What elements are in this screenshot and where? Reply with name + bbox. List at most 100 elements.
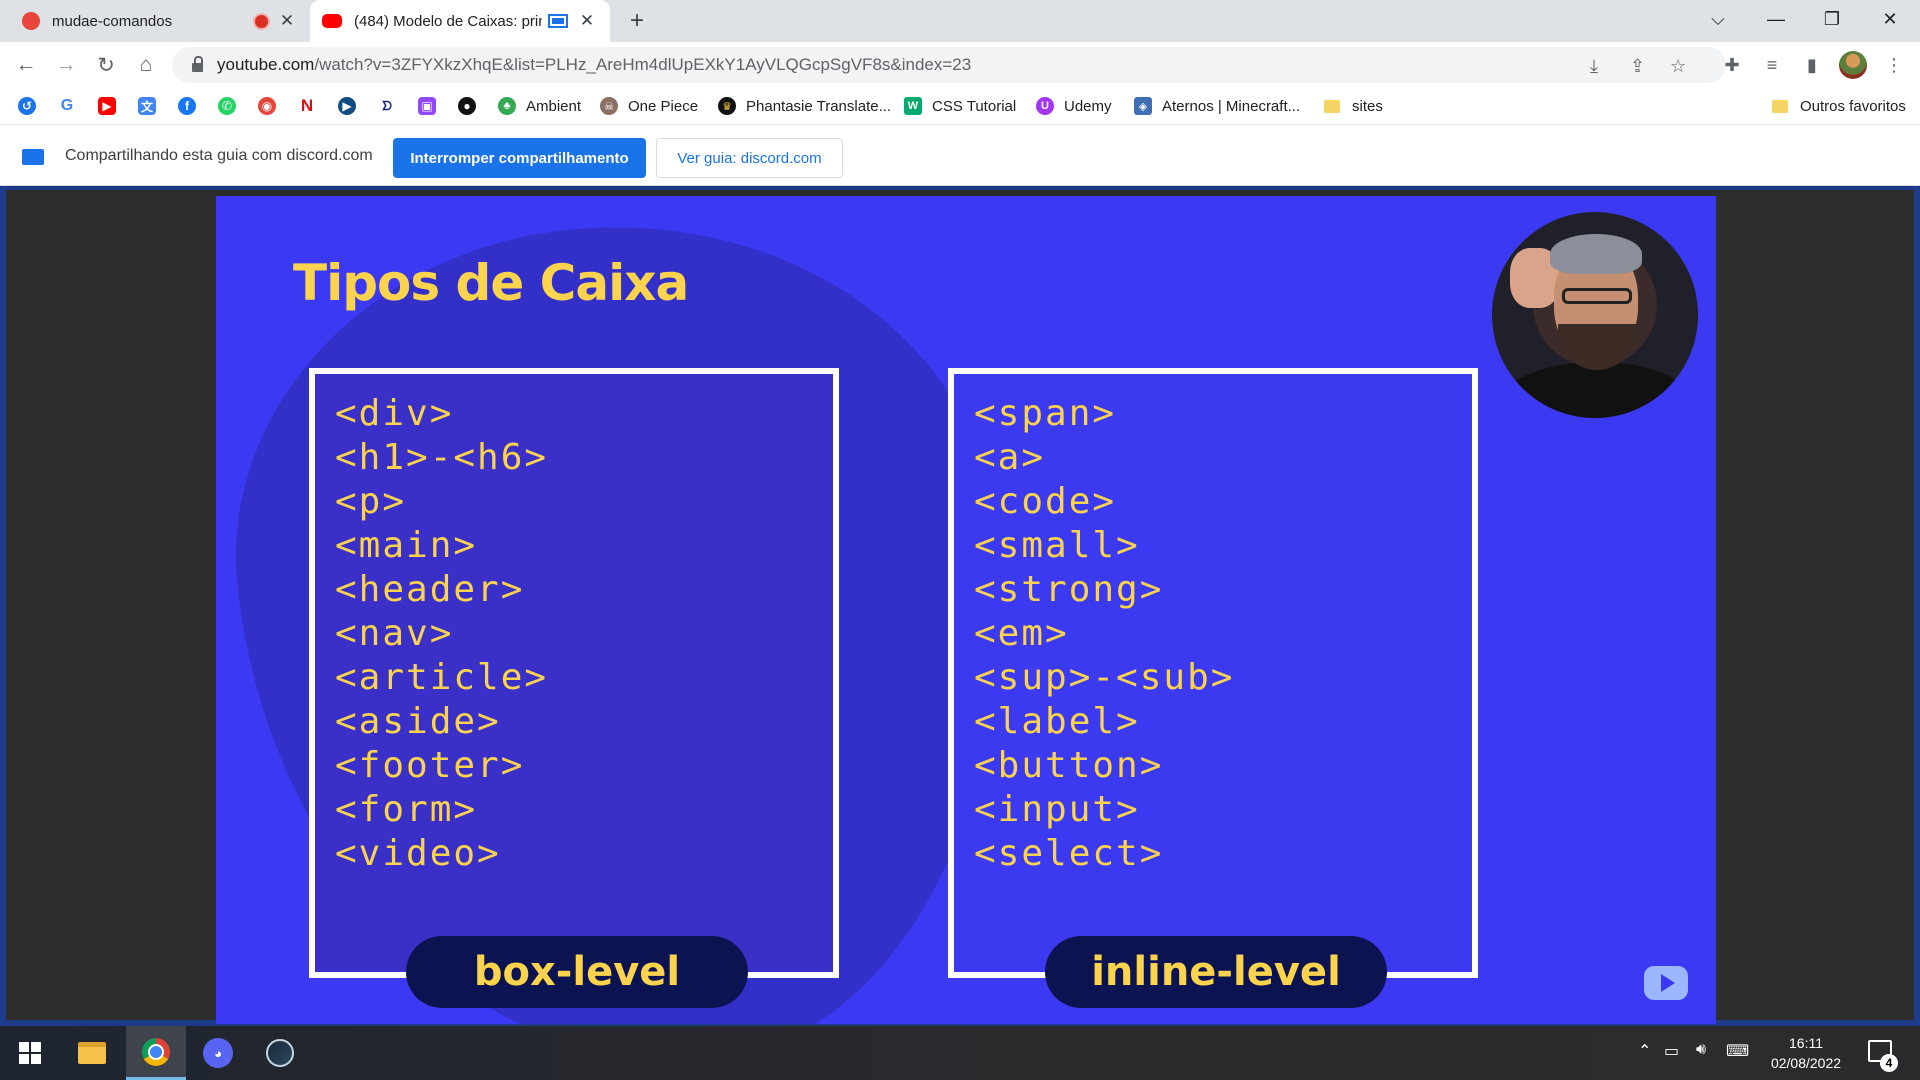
bookmark-label: sites xyxy=(1352,97,1383,115)
screen-share-icon xyxy=(22,149,44,165)
home-icon[interactable]: ⌂ xyxy=(130,49,162,81)
box-level-tag: <header> xyxy=(335,569,525,610)
bookmark-one-piece[interactable]: ☠ One Piece xyxy=(600,94,698,118)
start-button[interactable] xyxy=(0,1026,60,1080)
volume-icon[interactable]: 🔊︎ xyxy=(1696,1041,1706,1059)
other-bookmarks-label: Outros favoritos xyxy=(1800,97,1906,115)
keyboard-icon[interactable]: ⌨ xyxy=(1726,1041,1749,1061)
inline-level-label: inline-level xyxy=(1045,936,1387,1008)
steam-icon xyxy=(266,1039,294,1067)
side-panel-icon[interactable]: ▮ xyxy=(1798,51,1826,79)
bookmark-udemy[interactable]: U Udemy xyxy=(1036,94,1112,118)
url-text[interactable]: youtube.com/watch?v=3ZFYXkzXhqE&list=PLH… xyxy=(217,55,971,75)
box-level-tag: <p> xyxy=(335,481,407,522)
discord-bookmark-icon[interactable]: ◉ xyxy=(258,97,276,115)
recording-icon xyxy=(255,14,268,28)
tab-search-icon[interactable]: ⌵ xyxy=(1690,0,1746,38)
back-icon[interactable]: ← xyxy=(10,49,42,81)
inline-level-tag: <button> xyxy=(974,745,1164,786)
file-explorer-icon xyxy=(78,1042,106,1064)
clover-icon: ♣ xyxy=(498,97,516,115)
twitch-icon[interactable]: ▣ xyxy=(418,97,436,115)
inline-level-tag: <label> xyxy=(974,701,1140,742)
inline-level-tag: <a> xyxy=(974,437,1046,478)
channel-watermark-icon[interactable] xyxy=(1644,966,1688,1000)
taskbar-file-explorer[interactable] xyxy=(62,1026,122,1080)
box-level-tag: <article> xyxy=(335,657,549,698)
webcam-hair xyxy=(1550,234,1642,274)
chrome-menu-icon[interactable]: ⋮ xyxy=(1880,51,1908,79)
new-tab-button[interactable]: + xyxy=(622,6,652,36)
other-bookmarks-folder[interactable]: Outros favoritos xyxy=(1772,94,1906,118)
play-icon[interactable]: ▶ xyxy=(338,97,356,115)
box-level-tag-list: <div> <h1>-<h6> <p> <main> <header> <nav> <art… xyxy=(335,392,548,876)
folder-icon xyxy=(1772,99,1788,113)
install-icon[interactable]: ⤓ xyxy=(1590,56,1598,77)
phantasie-icon: ♛ xyxy=(718,97,736,115)
restore-button[interactable]: ❐ xyxy=(1804,0,1860,38)
sharing-status-text: Compartilhando esta guia com discord.com xyxy=(65,147,373,164)
bookmark-label: Ambient xyxy=(526,97,582,115)
notification-badge: 4 xyxy=(1880,1054,1898,1072)
network-icon[interactable]: ▭ xyxy=(1664,1041,1679,1061)
bookmark-aternos[interactable]: ◈ Aternos | Minecraft... xyxy=(1134,94,1300,118)
clock-time: 16:11 xyxy=(1789,1035,1823,1051)
taskbar-discord[interactable]: ◕ xyxy=(188,1026,248,1080)
whatsapp-icon[interactable]: ✆ xyxy=(218,97,236,115)
bookmark-star-icon[interactable]: ☆ xyxy=(1670,56,1686,77)
bookmark-phantasie[interactable]: ♛ Phantasie Translate... xyxy=(718,94,891,118)
address-bar[interactable]: youtube.com/watch?v=3ZFYXkzXhqE&list=PLH… xyxy=(172,47,1726,83)
close-tab-icon[interactable]: ✕ xyxy=(276,10,298,32)
url-domain: youtube.com xyxy=(217,55,315,74)
tray-overflow-icon[interactable]: ⌃ xyxy=(1638,1041,1651,1061)
forward-icon[interactable]: → xyxy=(50,49,82,81)
box-level-tag: <nav> xyxy=(335,613,454,654)
slide-title: Tipos de Caixa xyxy=(293,254,689,312)
crunchy-icon[interactable]: ● xyxy=(458,97,476,115)
inline-level-panel: <span> <a> <code> <small> <strong> <em> <sup>-… xyxy=(948,368,1478,978)
url-path: /watch?v=3ZFYXkzXhqE&list=PLHz_AreHm4dlU… xyxy=(314,55,972,74)
facebook-icon[interactable]: f xyxy=(178,97,196,115)
box-level-tag: <main> xyxy=(335,525,478,566)
windows-taskbar: ◕ ⌃ ▭ 🔊︎ ⌨ 16:11 02/08/2022 4 xyxy=(0,1026,1920,1080)
anime-icon[interactable]: ᗤ xyxy=(378,97,396,115)
bookmark-label: Phantasie Translate... xyxy=(746,97,892,115)
bookmark-ambient[interactable]: ♣ Ambient xyxy=(498,94,581,118)
tab-title: (484) Modelo de Caixas: prin xyxy=(354,12,542,30)
close-window-button[interactable]: ✕ xyxy=(1862,0,1918,38)
box-level-tag: <footer> xyxy=(335,745,525,786)
box-level-label: box-level xyxy=(406,936,748,1008)
chrome-icon xyxy=(142,1037,170,1066)
translate-icon[interactable]: 文 xyxy=(138,97,156,115)
video-frame[interactable]: Tipos de Caixa <div> <h1>-<h6> <p> <main> <h… xyxy=(216,196,1716,1024)
video-player[interactable]: Tipos de Caixa <div> <h1>-<h6> <p> <main> <h… xyxy=(6,190,1914,1024)
profile-avatar[interactable] xyxy=(1839,51,1867,79)
sharing-infobar: Compartilhando esta guia com discord.com… xyxy=(0,124,1920,186)
minimize-button[interactable]: — xyxy=(1748,0,1804,38)
bookmark-css-tutorial[interactable]: W CSS Tutorial xyxy=(904,94,1016,118)
close-tab-icon[interactable]: ✕ xyxy=(576,10,598,32)
bookmark-folder-sites[interactable]: sites xyxy=(1324,94,1383,118)
reload-icon[interactable]: ↻ xyxy=(90,49,122,81)
box-level-tag: <aside> xyxy=(335,701,501,742)
taskbar-steam[interactable] xyxy=(250,1026,310,1080)
inline-level-tag: <select> xyxy=(974,833,1164,874)
folder-icon xyxy=(1324,99,1340,113)
bookmarks-bar: ↺ G ▶ 文 f ✆ ◉ N ▶ ᗤ ▣ ● ♣ Ambient ☠ One … xyxy=(0,88,1920,124)
inline-level-tag: <small> xyxy=(974,525,1140,566)
netflix-icon[interactable]: N xyxy=(298,96,316,115)
view-tab-button[interactable]: Ver guia: discord.com xyxy=(656,138,843,178)
google-icon[interactable]: G xyxy=(58,97,76,115)
extensions-icon[interactable]: ✚ xyxy=(1718,51,1746,79)
taskbar-chrome[interactable] xyxy=(126,1026,186,1080)
history-icon[interactable]: ↺ xyxy=(18,97,36,115)
youtube-icon[interactable]: ▶ xyxy=(98,97,116,115)
media-control-icon[interactable]: ≡ xyxy=(1758,51,1786,79)
tab-youtube[interactable]: (484) Modelo de Caixas: prin ✕ xyxy=(310,0,610,42)
bookmark-label: One Piece xyxy=(628,97,699,115)
system-clock[interactable]: 16:11 02/08/2022 xyxy=(1758,1033,1854,1073)
tab-title: mudae-comandos xyxy=(52,12,173,30)
stop-sharing-button[interactable]: Interromper compartilhamento xyxy=(393,138,646,178)
share-icon[interactable]: ⇪ xyxy=(1630,56,1645,77)
tab-mudae-comandos[interactable]: mudae-comandos ✕ xyxy=(10,0,310,42)
